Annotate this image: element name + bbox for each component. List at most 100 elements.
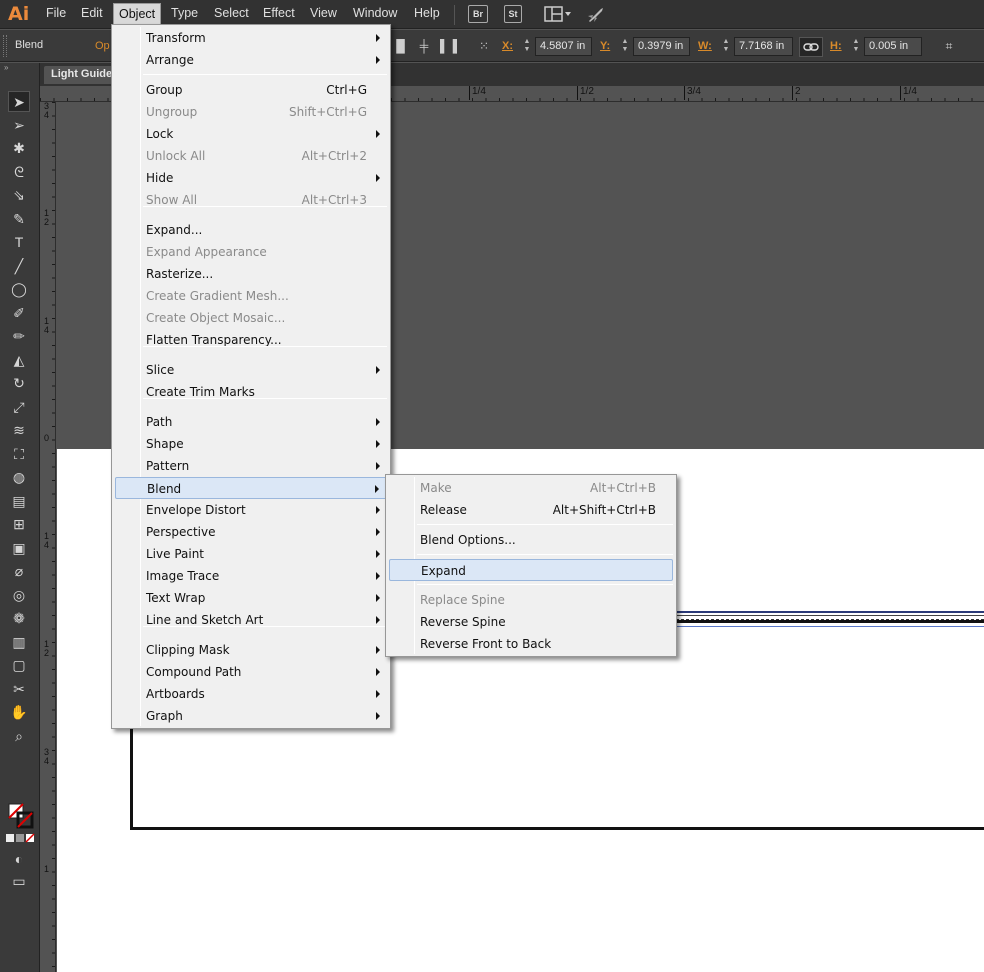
object-menu-item-blend[interactable]: Blend xyxy=(115,477,387,499)
blend-menu-item-expand[interactable]: Expand xyxy=(389,559,673,581)
constrain-proportions-button[interactable] xyxy=(799,37,823,57)
width-tool-icon[interactable]: ≋ xyxy=(8,420,30,441)
object-menu-item-transform[interactable]: Transform xyxy=(115,27,387,49)
document-tab[interactable]: Light Guide xyxy=(44,66,120,84)
eyedropper-tool-icon[interactable]: ⌀ xyxy=(8,561,30,582)
fill-stroke-icon[interactable] xyxy=(8,803,34,829)
zoom-tool-icon[interactable]: ⌕ xyxy=(8,726,30,747)
menu-select[interactable]: Select xyxy=(214,6,249,20)
draw-mode-icon[interactable]: ◐ xyxy=(8,849,30,870)
object-menu-item-envelope-distort[interactable]: Envelope Distort xyxy=(115,499,387,521)
stock-button[interactable]: St xyxy=(504,5,522,23)
paintbrush-tool-icon[interactable]: ✐ xyxy=(8,303,30,324)
mesh-tool-icon[interactable]: ⊞ xyxy=(8,514,30,535)
object-menu-item-create-object-mosaic[interactable]: Create Object Mosaic... xyxy=(115,307,387,329)
align-left-icon[interactable]: ▐▌ xyxy=(392,38,409,54)
blend-spine[interactable] xyxy=(676,619,984,620)
object-menu-item-create-trim-marks[interactable]: Create Trim Marks xyxy=(115,381,387,403)
blend-path-line[interactable] xyxy=(676,611,984,613)
arrange-documents-button[interactable] xyxy=(544,6,572,22)
menu-window[interactable]: Window xyxy=(353,6,397,20)
scale-tool-icon[interactable]: ⤢ xyxy=(8,397,30,418)
direct-selection-tool-icon[interactable]: ➢ xyxy=(8,115,30,136)
bridge-button[interactable]: Br xyxy=(468,5,488,23)
eraser-tool-icon[interactable]: ◭ xyxy=(8,350,30,371)
object-menu-item-group[interactable]: Group Ctrl+G xyxy=(115,79,387,101)
object-menu-item-unlock-all[interactable]: Unlock All Alt+Ctrl+2 xyxy=(115,145,387,167)
object-menu-item-clipping-mask[interactable]: Clipping Mask xyxy=(115,639,387,661)
artboard-tool-icon[interactable]: ▢ xyxy=(8,655,30,676)
h-spinner[interactable]: ▲ ▼ xyxy=(850,38,862,56)
color-mode-icons[interactable] xyxy=(6,832,36,843)
blend-menu-item-reverse-front-to-back[interactable]: Reverse Front to Back xyxy=(389,633,673,655)
menu-view[interactable]: View xyxy=(310,6,337,20)
screen-mode-icon[interactable]: ▭ xyxy=(8,871,30,892)
selection-tool-icon[interactable]: ➤ xyxy=(8,91,30,112)
object-menu-item-shape[interactable]: Shape xyxy=(115,433,387,455)
x-field[interactable]: 4.5807 in xyxy=(535,37,592,56)
blend-menu-item-replace-spine[interactable]: Replace Spine xyxy=(389,589,673,611)
ellipse-tool-icon[interactable]: ◯ xyxy=(8,279,30,300)
free-transform-tool-icon[interactable]: ⛶ xyxy=(8,444,30,465)
w-field[interactable]: 7.7168 in xyxy=(734,37,793,56)
curvature-tool-icon[interactable]: ✎ xyxy=(8,209,30,230)
object-menu-item-expand[interactable]: Expand... xyxy=(115,219,387,241)
menu-file[interactable]: File xyxy=(46,6,66,20)
object-menu-item-ungroup[interactable]: Ungroup Shift+Ctrl+G xyxy=(115,101,387,123)
shape-builder-tool-icon[interactable]: ◍ xyxy=(8,467,30,488)
h-field[interactable]: 0.005 in xyxy=(864,37,922,56)
object-menu-item-live-paint[interactable]: Live Paint xyxy=(115,543,387,565)
control-bar-grip[interactable] xyxy=(3,35,7,57)
menu-type[interactable]: Type xyxy=(171,6,198,20)
object-menu-item-rasterize[interactable]: Rasterize... xyxy=(115,263,387,285)
blend-path-line[interactable] xyxy=(676,615,984,616)
object-menu-item-text-wrap[interactable]: Text Wrap xyxy=(115,587,387,609)
object-menu-item-lock[interactable]: Lock xyxy=(115,123,387,145)
object-menu-item-arrange[interactable]: Arrange xyxy=(115,49,387,71)
perspective-grid-tool-icon[interactable]: ▤ xyxy=(8,491,30,512)
slice-tool-icon[interactable]: ✂ xyxy=(8,679,30,700)
object-menu-item-expand-appearance[interactable]: Expand Appearance xyxy=(115,241,387,263)
x-spinner[interactable]: ▲ ▼ xyxy=(521,38,533,56)
column-graph-tool-icon[interactable]: ▥ xyxy=(8,632,30,653)
object-menu-item-perspective[interactable]: Perspective xyxy=(115,521,387,543)
align-center-icon[interactable]: ╪ xyxy=(416,38,432,54)
menu-effect[interactable]: Effect xyxy=(263,6,295,20)
object-menu-item-create-gradient-mesh[interactable]: Create Gradient Mesh... xyxy=(115,285,387,307)
object-menu-item-line-and-sketch-art[interactable]: Line and Sketch Art xyxy=(115,609,387,631)
blend-menu-item-make[interactable]: Make Alt+Ctrl+B xyxy=(389,477,673,499)
blend-menu-item-reverse-spine[interactable]: Reverse Spine xyxy=(389,611,673,633)
blend-menu-item-release[interactable]: Release Alt+Shift+Ctrl+B xyxy=(389,499,673,521)
magic-wand-tool-icon[interactable]: ✱ xyxy=(8,138,30,159)
transform-icon[interactable]: ⌗ xyxy=(940,38,958,54)
y-spinner[interactable]: ▲ ▼ xyxy=(619,38,631,56)
opacity-link[interactable]: Op xyxy=(95,40,110,52)
object-menu-item-show-all[interactable]: Show All Alt+Ctrl+3 xyxy=(115,189,387,211)
gradient-tool-icon[interactable]: ▣ xyxy=(8,538,30,559)
object-menu-item-hide[interactable]: Hide xyxy=(115,167,387,189)
object-menu-item-path[interactable]: Path xyxy=(115,411,387,433)
menu-help[interactable]: Help xyxy=(414,6,440,20)
reference-point-icon[interactable]: ⁙ xyxy=(474,38,494,54)
pencil-tool-icon[interactable]: ✏ xyxy=(8,326,30,347)
blend-menu-item-blend-options[interactable]: Blend Options... xyxy=(389,529,673,551)
lasso-tool-icon[interactable]: ᘓ xyxy=(8,162,30,183)
type-tool-icon[interactable]: T xyxy=(8,232,30,253)
line-segment-tool-icon[interactable]: ╱ xyxy=(8,256,30,277)
object-menu-item-compound-path[interactable]: Compound Path xyxy=(115,661,387,683)
object-menu-item-pattern[interactable]: Pattern xyxy=(115,455,387,477)
object-menu-item-flatten-transparency[interactable]: Flatten Transparency... xyxy=(115,329,387,351)
object-menu-item-artboards[interactable]: Artboards xyxy=(115,683,387,705)
object-menu-item-slice[interactable]: Slice xyxy=(115,359,387,381)
pen-tool-icon[interactable]: ⇘ xyxy=(8,185,30,206)
symbol-sprayer-tool-icon[interactable]: ❁ xyxy=(8,608,30,629)
tools-panel-collapse[interactable]: » xyxy=(0,63,40,73)
y-field[interactable]: 0.3979 in xyxy=(633,37,690,56)
blend-tool-icon[interactable]: ◎ xyxy=(8,585,30,606)
gpu-performance-button[interactable] xyxy=(586,6,606,24)
object-menu-item-image-trace[interactable]: Image Trace xyxy=(115,565,387,587)
align-right-icon[interactable]: ▌▐ xyxy=(440,38,457,54)
w-spinner[interactable]: ▲ ▼ xyxy=(720,38,732,56)
hand-tool-icon[interactable]: ✋ xyxy=(8,702,30,723)
menu-object[interactable]: Object xyxy=(113,3,162,25)
